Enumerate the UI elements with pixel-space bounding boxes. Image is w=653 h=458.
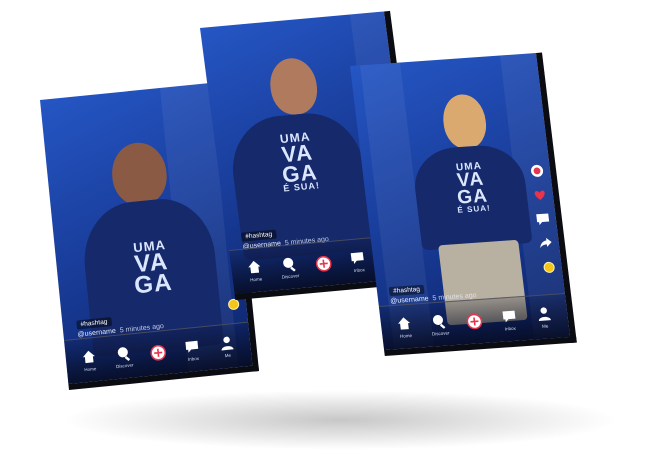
share-button[interactable] — [538, 235, 554, 250]
nav-create[interactable] — [311, 254, 337, 274]
shirt-print: UMA VA GA — [132, 236, 174, 300]
speaker-head — [266, 56, 321, 117]
search-icon — [282, 257, 296, 272]
nav-inbox[interactable]: Inbox — [345, 249, 372, 274]
nav-me[interactable]: Me — [214, 334, 240, 359]
nav-home[interactable]: Home — [392, 315, 419, 340]
comment-icon — [536, 213, 550, 226]
like-button[interactable] — [532, 187, 548, 202]
plus-circle-icon — [315, 255, 332, 272]
nav-home[interactable]: Home — [76, 347, 102, 372]
comment-button[interactable] — [535, 211, 551, 226]
avatar-icon — [530, 164, 544, 177]
nav-inbox[interactable]: Inbox — [179, 337, 205, 362]
heart-icon — [534, 190, 545, 200]
hashtag-chip[interactable]: #hashtag — [240, 229, 277, 242]
house-icon — [83, 350, 96, 364]
nav-home[interactable]: Home — [241, 258, 268, 283]
mockup-stage: UMA VA GA #hashtag @username 5 minutes ag… — [0, 0, 653, 458]
nav-create[interactable] — [461, 312, 487, 332]
share-arrow-icon — [540, 237, 552, 249]
nav-inbox[interactable]: Inbox — [496, 307, 523, 332]
floor-shadow — [60, 390, 620, 450]
message-icon — [185, 340, 199, 353]
search-icon — [117, 347, 130, 362]
speaker-head — [440, 93, 489, 150]
plus-circle-icon — [150, 344, 166, 361]
person-icon — [221, 336, 234, 351]
nav-discover[interactable]: Discover — [111, 344, 137, 369]
coin-button[interactable] — [541, 259, 557, 274]
search-icon — [433, 314, 446, 329]
nav-create[interactable] — [145, 343, 171, 363]
nav-me[interactable]: Me — [531, 305, 558, 330]
house-icon — [398, 317, 411, 330]
coin-icon — [542, 261, 555, 273]
hashtag-chip[interactable]: #hashtag — [388, 284, 425, 297]
nav-discover[interactable]: Discover — [426, 312, 453, 337]
plus-circle-icon — [466, 313, 483, 329]
shirt-print: UMA VA GA É SUA! — [455, 160, 492, 215]
speaker-head — [109, 140, 170, 208]
nav-discover[interactable]: Discover — [276, 255, 303, 280]
person-icon — [538, 307, 551, 322]
house-icon — [248, 260, 261, 274]
profile-button[interactable] — [529, 163, 545, 178]
phone-screen: UMA VA GA É SUA! #hashtag @username 5 min… — [350, 52, 577, 357]
message-icon — [351, 252, 365, 264]
message-icon — [502, 310, 516, 323]
shirt-print: UMA VA GA É SUA! — [279, 129, 321, 194]
